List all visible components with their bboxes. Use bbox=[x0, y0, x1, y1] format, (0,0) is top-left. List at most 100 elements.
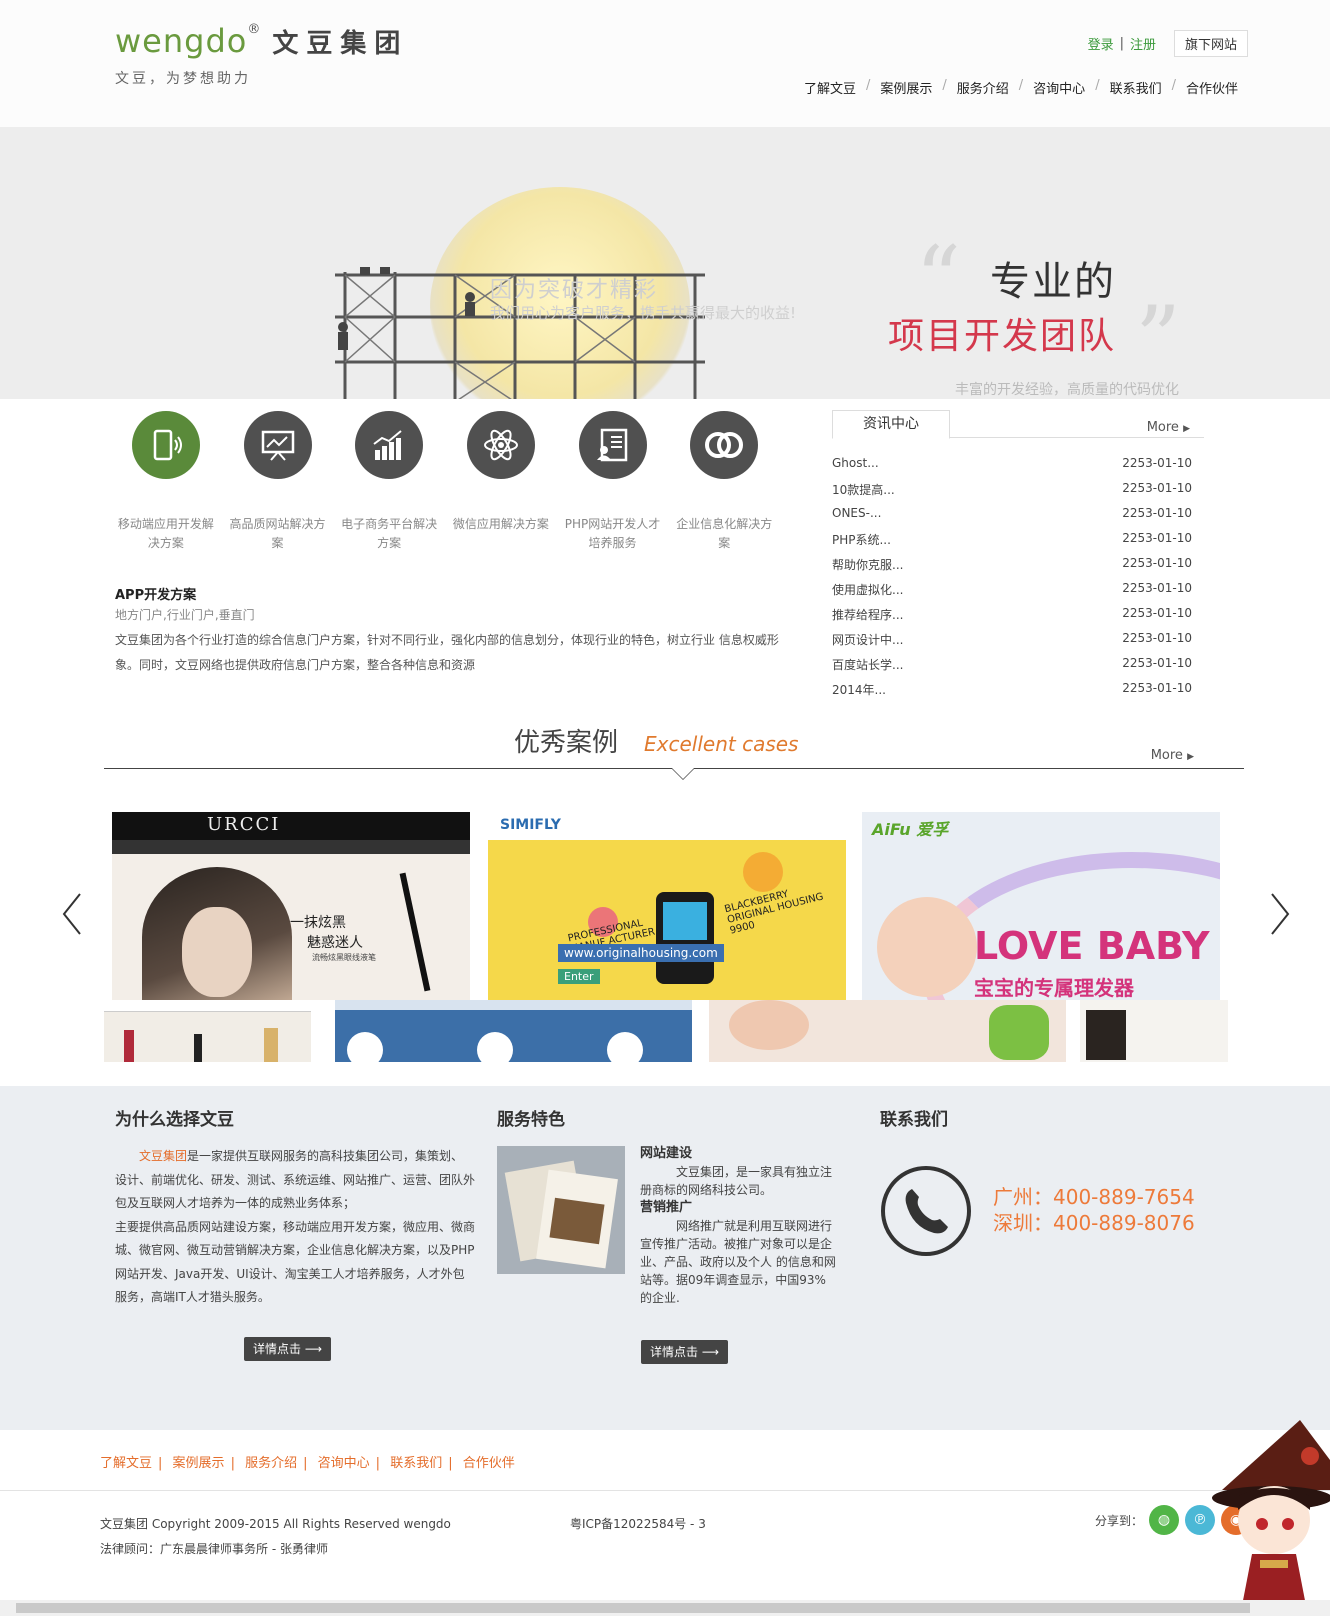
share-label: 分享到： bbox=[1095, 1513, 1144, 1528]
notch-inner bbox=[672, 768, 694, 779]
document-person-icon bbox=[578, 411, 647, 479]
list-item[interactable]: 网页设计中... 2253-01-10 bbox=[832, 631, 1204, 656]
case-brand: URCCI bbox=[207, 814, 281, 835]
carousel-prev-icon[interactable] bbox=[60, 892, 84, 936]
list-item[interactable]: 使用虚拟化... 2253-01-10 bbox=[832, 581, 1204, 606]
news-title: 使用虚拟化... bbox=[832, 583, 904, 597]
footer-links: 了解文豆 | 案例展示 | 服务介绍 | 咨询中心 | 联系我们 | 合作伙伴 bbox=[100, 1456, 515, 1471]
case-urcci[interactable]: URCCI 一抹炫黑 魅惑迷人 流畅炫黑眼线液笔 bbox=[112, 812, 470, 1000]
list-item[interactable]: 10款提高... 2253-01-10 bbox=[832, 481, 1204, 506]
tab-news[interactable]: 资讯中心 bbox=[832, 410, 950, 439]
pinterest-icon[interactable]: ℗ bbox=[1185, 1505, 1216, 1535]
case-line1: 一抹炫黑 bbox=[290, 915, 346, 931]
list-item[interactable]: 2014年... 2253-01-10 bbox=[832, 681, 1204, 706]
scrollbar-thumb[interactable] bbox=[16, 1603, 1250, 1613]
eyeliner-pen bbox=[399, 872, 431, 992]
case-text2: 宝宝的专属理发器 bbox=[974, 976, 1134, 1000]
feature-h1: 网站建设 bbox=[640, 1146, 693, 1161]
list-item[interactable]: ONES-... 2253-01-10 bbox=[832, 506, 1204, 531]
why-title: 为什么选择文豆 bbox=[115, 1110, 234, 1130]
chart-icon bbox=[355, 411, 424, 479]
top-sep: | bbox=[1119, 36, 1124, 51]
logo[interactable]: wengdo ® 文豆集团 bbox=[115, 22, 408, 61]
why-highlight[interactable]: 文豆集团 bbox=[139, 1149, 187, 1163]
footer-link-about[interactable]: 了解文豆 bbox=[100, 1456, 152, 1471]
case-simifly[interactable]: SIMIFLY PROFESSIONAL MANUF ACTURER BLACK… bbox=[488, 812, 846, 1000]
icp-number[interactable]: 粤ICP备12022584号 - 3 bbox=[570, 1515, 706, 1532]
thumb-simifly[interactable] bbox=[335, 1000, 692, 1062]
main-nav: 了解文豆 / 案例展示 / 服务介绍 / 咨询中心 / 联系我们 / 合作伙伴 bbox=[794, 78, 1248, 97]
case-navbar bbox=[112, 840, 470, 854]
cases-title: 优秀案例 bbox=[514, 728, 619, 758]
news-date: 2253-01-10 bbox=[1122, 631, 1192, 645]
list-item[interactable]: Ghost... 2253-01-10 bbox=[832, 456, 1204, 481]
news-date: 2253-01-10 bbox=[1122, 506, 1192, 520]
carousel-next-icon[interactable] bbox=[1268, 892, 1292, 936]
case-line2: 魅惑迷人 bbox=[307, 935, 363, 951]
banner-dim-sub: 我们用心为客户服务，携手共赢得最大的收益! bbox=[490, 304, 797, 322]
features-text: 网站建设 文豆集团，是一家具有独立注册商标的网络科技公司。 营销推广 网络推广就… bbox=[640, 1145, 840, 1307]
nav-consult[interactable]: 咨询中心 bbox=[1023, 78, 1095, 97]
thumb-urcci[interactable] bbox=[1080, 1000, 1228, 1062]
news-more-link[interactable]: More ▶ bbox=[1147, 420, 1190, 435]
footer-link-consult[interactable]: 咨询中心 bbox=[318, 1456, 370, 1471]
service-php[interactable]: PHP网站开发人才培养服务 bbox=[557, 408, 669, 553]
header: wengdo ® 文豆集团 文豆，为梦想助力 登录 | 注册 旗下网站 了解文豆… bbox=[0, 0, 1330, 127]
phone-icon bbox=[881, 1166, 971, 1256]
nav-partners[interactable]: 合作伙伴 bbox=[1176, 78, 1248, 97]
case-aifu[interactable]: AiFu 爱孚 LOVE BABY 宝宝的专属理发器 bbox=[862, 812, 1220, 1000]
list-item[interactable]: PHP系统... 2253-01-10 bbox=[832, 531, 1204, 556]
login-link[interactable]: 登录 bbox=[1088, 34, 1114, 53]
news-title: 网页设计中... bbox=[832, 633, 904, 647]
thumb-aifu[interactable] bbox=[709, 1000, 1066, 1062]
footer-link-services[interactable]: 服务介绍 bbox=[245, 1456, 297, 1471]
nav-cases[interactable]: 案例展示 bbox=[870, 78, 942, 97]
news-title: PHP系统... bbox=[832, 533, 891, 547]
footer-link-contact[interactable]: 联系我们 bbox=[390, 1456, 442, 1471]
cases-more-link[interactable]: More ▶ bbox=[1151, 748, 1194, 763]
wechat-icon[interactable]: ◍ bbox=[1149, 1505, 1180, 1535]
hero-banner[interactable]: 因为突破才精彩 我们用心为客户服务，携手共赢得最大的收益! “ ” 专业的 项目… bbox=[0, 127, 1330, 399]
presentation-icon bbox=[243, 411, 312, 479]
banner-bottom-text: 丰富的开发经验，高质量的代码优化 bbox=[955, 382, 1179, 398]
features-detail-button[interactable]: 详情点击 ⟶ bbox=[641, 1340, 729, 1364]
subsite-dropdown[interactable]: 旗下网站 bbox=[1173, 30, 1248, 57]
case-line3: 流畅炫黑眼线液笔 bbox=[312, 953, 376, 962]
why-text: 文豆集团是一家提供互联网服务的高科技集团公司，集策划、设计、前端优化、研发、测试… bbox=[115, 1145, 475, 1310]
phone-shenzhen[interactable]: 深圳：400-889-8076 bbox=[993, 1210, 1195, 1236]
horizontal-scrollbar[interactable] bbox=[0, 1600, 1330, 1616]
news-date: 2253-01-10 bbox=[1122, 481, 1192, 495]
register-link[interactable]: 注册 bbox=[1130, 34, 1156, 53]
slogan: 文豆，为梦想助力 bbox=[115, 71, 251, 87]
news-title: 10款提高... bbox=[832, 483, 895, 497]
cases-more-label: More bbox=[1150, 748, 1183, 763]
news-more-label: More bbox=[1146, 420, 1179, 435]
nav-contact[interactable]: 联系我们 bbox=[1100, 78, 1172, 97]
news-title: Ghost... bbox=[832, 456, 879, 470]
case-text2: BLACKBERRY ORIGINAL HOUSING 9900 bbox=[723, 888, 825, 937]
service-wechat[interactable]: 微信应用解决方案 bbox=[445, 408, 557, 553]
contact-phones: 广州：400-889-7654 深圳：400-889-8076 bbox=[993, 1184, 1195, 1236]
list-item[interactable]: 百度站长学... 2253-01-10 bbox=[832, 656, 1204, 681]
case-thumbnails bbox=[104, 1000, 1228, 1062]
cases-heading: 优秀案例 Excellent cases More ▶ bbox=[104, 720, 1244, 780]
cases-title-en: Excellent cases bbox=[644, 732, 799, 756]
thumb-cosmetics[interactable] bbox=[104, 1000, 311, 1062]
service-mobile[interactable]: 移动端应用开发解决方案 bbox=[110, 408, 222, 553]
features-title: 服务特色 bbox=[497, 1110, 565, 1130]
nav-about[interactable]: 了解文豆 bbox=[794, 78, 866, 97]
footer-link-partners[interactable]: 合作伙伴 bbox=[463, 1456, 515, 1471]
service-website[interactable]: 高品质网站解决方案 bbox=[222, 408, 334, 553]
service-ecommerce[interactable]: 电子商务平台解决方案 bbox=[333, 408, 445, 553]
case-enter-button: Enter bbox=[558, 969, 600, 984]
mascot-witch-icon[interactable] bbox=[1212, 1420, 1330, 1616]
list-item[interactable]: 帮助你克服... 2253-01-10 bbox=[832, 556, 1204, 581]
phone-guangzhou[interactable]: 广州：400-889-7654 bbox=[993, 1184, 1195, 1210]
footer-link-cases[interactable]: 案例展示 bbox=[173, 1456, 225, 1471]
nav-services[interactable]: 服务介绍 bbox=[947, 78, 1019, 97]
service-enterprise[interactable]: 企业信息化解决方案 bbox=[668, 408, 780, 553]
list-item[interactable]: 推荐给程序... 2253-01-10 bbox=[832, 606, 1204, 631]
news-date: 2253-01-10 bbox=[1122, 456, 1192, 470]
triangle-right-icon: ▶ bbox=[1183, 424, 1190, 434]
why-detail-button[interactable]: 详情点击 ⟶ bbox=[244, 1337, 332, 1361]
